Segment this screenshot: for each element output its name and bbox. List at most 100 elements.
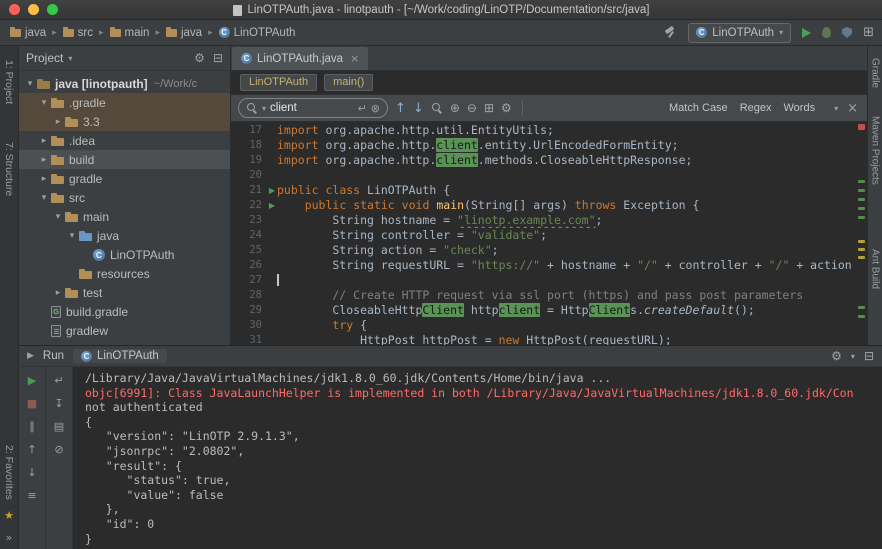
editor-gutter[interactable]: 31 xyxy=(231,333,277,345)
toggle-regex[interactable]: Regex xyxy=(740,102,772,114)
editor-tab[interactable]: C LinOTPAuth.java × xyxy=(232,47,368,70)
warning-mark[interactable] xyxy=(858,248,865,251)
tree-item-build-gradle[interactable]: Gbuild.gradle xyxy=(19,302,230,321)
code-line-17[interactable]: 17import org.apache.http.util.EntityUtil… xyxy=(231,123,867,138)
run-line-icon[interactable]: ▶ xyxy=(269,184,275,197)
remove-occurrence-icon[interactable]: ⊖ xyxy=(467,101,477,115)
navbar-item-linotpauth[interactable]: CLinOTPAuth xyxy=(217,26,298,40)
build-hammer-icon[interactable] xyxy=(664,26,677,39)
chevron-right-icon[interactable]: ▸ xyxy=(37,174,51,184)
editor-gutter[interactable]: 24 xyxy=(231,228,277,243)
code-line-28[interactable]: 28 // Create HTTP request via ssl port (… xyxy=(231,288,867,303)
search-history-chevron-icon[interactable]: ▾ xyxy=(262,104,266,113)
navbar-item-main[interactable]: main xyxy=(108,26,152,40)
error-mark[interactable] xyxy=(858,124,865,130)
toggle-words[interactable]: Words xyxy=(783,102,815,114)
find-all-icon[interactable] xyxy=(431,102,443,114)
chevron-right-icon[interactable]: ▸ xyxy=(51,117,65,127)
code-line-21[interactable]: 21▶public class LinOTPAuth { xyxy=(231,183,867,198)
add-occurrence-icon[interactable]: ⊕ xyxy=(450,101,460,115)
tool-stripe-1-project[interactable]: 1: Project xyxy=(3,60,15,104)
chevron-right-icon[interactable]: ▸ xyxy=(51,288,65,298)
console-output[interactable]: /Library/Java/JavaVirtualMachines/jdk1.8… xyxy=(73,367,882,549)
chevron-down-icon[interactable]: ▾ xyxy=(23,79,37,89)
change-mark[interactable] xyxy=(858,315,865,318)
navbar-item-src[interactable]: src xyxy=(61,26,95,40)
tree-item-main[interactable]: ▾main xyxy=(19,207,230,226)
stop-icon[interactable]: ■ xyxy=(27,398,37,410)
scroll-to-end-icon[interactable]: ↧ xyxy=(54,398,63,410)
clear-console-icon[interactable]: ⊘ xyxy=(54,444,63,456)
code-area[interactable]: 17import org.apache.http.util.EntityUtil… xyxy=(231,122,867,345)
editor-gutter[interactable]: 17 xyxy=(231,123,277,138)
hide-panel-icon[interactable]: ⊟ xyxy=(864,349,874,363)
tree-item-idea[interactable]: ▸.idea xyxy=(19,131,230,150)
editor-gutter[interactable]: 19 xyxy=(231,153,277,168)
code-line-25[interactable]: 25 String action = "check"; xyxy=(231,243,867,258)
soft-wrap-icon[interactable]: ↵ xyxy=(54,375,63,387)
chevron-down-icon[interactable]: ▾ xyxy=(37,98,51,108)
minimize-window-button[interactable] xyxy=(28,4,39,15)
run-settings-gear-icon[interactable]: ⚙ xyxy=(831,349,842,363)
pause-output-icon[interactable]: ∥ xyxy=(29,421,35,433)
editor-gutter[interactable]: 20 xyxy=(231,168,277,183)
tree-item-gradlew[interactable]: gradlew xyxy=(19,321,230,340)
run-tab[interactable]: C LinOTPAuth xyxy=(73,349,167,363)
code-line-27[interactable]: 27 xyxy=(231,273,867,288)
zoom-window-button[interactable] xyxy=(47,4,58,15)
code-line-20[interactable]: 20 xyxy=(231,168,867,183)
code-line-19[interactable]: 19import org.apache.http.client.methods.… xyxy=(231,153,867,168)
settings-gear-icon[interactable]: ⚙ xyxy=(194,51,205,65)
tool-stripe-gradle[interactable]: Gradle xyxy=(870,58,881,88)
tool-stripe-2-favorites[interactable]: 2: Favorites xyxy=(3,445,15,500)
code-line-24[interactable]: 24 String controller = "validate"; xyxy=(231,228,867,243)
favorites-star-icon[interactable]: ★ xyxy=(4,509,14,522)
editor-gutter[interactable]: 30 xyxy=(231,318,277,333)
select-all-occurrences-icon[interactable]: ⊞ xyxy=(484,101,494,115)
close-window-button[interactable] xyxy=(9,4,20,15)
search-settings-icon[interactable]: ⚙ xyxy=(501,101,512,115)
change-mark[interactable] xyxy=(858,216,865,219)
rerun-icon[interactable]: ▶ xyxy=(28,375,36,387)
prev-match-icon[interactable]: ↑ xyxy=(395,101,406,116)
run-line-icon[interactable]: ▶ xyxy=(269,199,275,212)
search-icon[interactable] xyxy=(246,102,258,114)
clear-search-icon[interactable]: ⊗ xyxy=(371,102,380,115)
layout-grid-icon[interactable]: ⊞ xyxy=(863,25,874,40)
newline-icon[interactable]: ↵ xyxy=(358,102,367,115)
collapse-all-icon[interactable]: ⊟ xyxy=(213,51,223,65)
toggle-match-case[interactable]: Match Case xyxy=(669,102,728,114)
editor-gutter[interactable]: 21▶ xyxy=(231,183,277,198)
code-line-30[interactable]: 30 try { xyxy=(231,318,867,333)
chevron-down-icon[interactable]: ▾ xyxy=(37,193,51,203)
breadcrumb-method[interactable]: main() xyxy=(324,74,373,91)
search-input[interactable]: ▾ client ↵ ⊗ xyxy=(238,98,388,118)
navbar-item-java[interactable]: java xyxy=(8,26,48,40)
down-stack-trace-icon[interactable]: ↓ xyxy=(27,467,36,479)
tool-stripe-ant-build[interactable]: Ant Build xyxy=(870,249,881,289)
up-stack-trace-icon[interactable]: ↑ xyxy=(27,444,36,456)
tree-item-build[interactable]: ▸build xyxy=(19,150,230,169)
editor-gutter[interactable]: 26 xyxy=(231,258,277,273)
editor-gutter[interactable]: 22▶ xyxy=(231,198,277,213)
editor-gutter[interactable]: 28 xyxy=(231,288,277,303)
change-mark[interactable] xyxy=(858,180,865,183)
editor-gutter[interactable]: 27 xyxy=(231,273,277,288)
close-search-icon[interactable]: × xyxy=(847,101,858,116)
breadcrumb-class[interactable]: LinOTPAuth xyxy=(240,74,317,91)
editor-gutter[interactable]: 29 xyxy=(231,303,277,318)
tree-item-3-3[interactable]: ▸3.3 xyxy=(19,112,230,131)
tree-item-java[interactable]: ▾java xyxy=(19,226,230,245)
code-line-23[interactable]: 23 String hostname = "linotp.example.com… xyxy=(231,213,867,228)
tree-item-resources[interactable]: resources xyxy=(19,264,230,283)
console-settings-icon[interactable]: ≡ xyxy=(27,490,36,502)
editor-gutter[interactable]: 25 xyxy=(231,243,277,258)
print-icon[interactable]: ▤ xyxy=(54,421,64,433)
navbar-item-java[interactable]: java xyxy=(164,26,204,40)
close-tab-icon[interactable]: × xyxy=(350,52,359,65)
run-config-selector[interactable]: C LinOTPAuth ▾ xyxy=(688,23,791,43)
code-line-29[interactable]: 29 CloseableHttpClient httpclient = Http… xyxy=(231,303,867,318)
code-line-18[interactable]: 18import org.apache.http.client.entity.U… xyxy=(231,138,867,153)
chevron-down-icon[interactable]: ▾ xyxy=(65,231,79,241)
change-mark[interactable] xyxy=(858,306,865,309)
